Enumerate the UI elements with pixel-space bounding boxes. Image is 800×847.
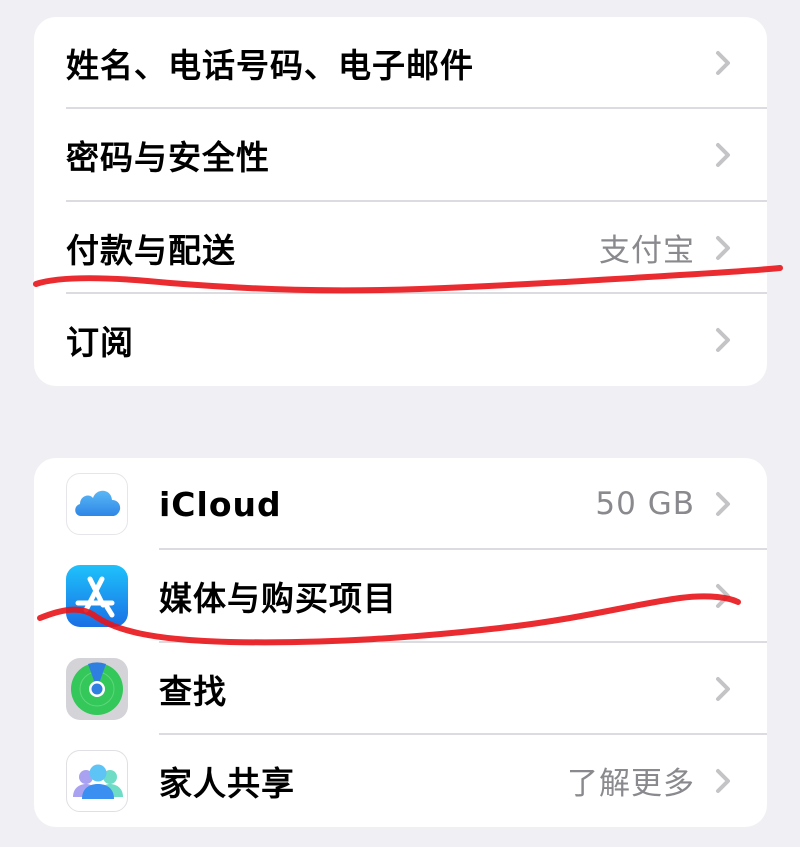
row-label: 查找 (159, 671, 227, 711)
chevron-right-icon (713, 49, 733, 77)
row-icloud[interactable]: iCloud 50 GB (34, 458, 767, 551)
chevron-right-icon (713, 234, 733, 262)
row-label: 姓名、电话号码、电子邮件 (66, 46, 474, 86)
row-name-phone-email[interactable]: 姓名、电话号码、电子邮件 (34, 17, 767, 110)
row-media-purchases[interactable]: 媒体与购买项目 (34, 550, 767, 643)
services-group: iCloud 50 GB 媒体与购买项目 查找 家人共享 了解更多 (34, 458, 767, 827)
row-label: 家人共享 (159, 763, 295, 803)
chevron-right-icon (713, 582, 733, 610)
row-detail-value: 了解更多 (567, 766, 695, 803)
app-store-icon (66, 565, 128, 628)
row-detail-value: 50 GB (595, 486, 695, 523)
chevron-right-icon (713, 490, 733, 518)
account-settings-group: 姓名、电话号码、电子邮件 密码与安全性 付款与配送 支付宝 订阅 (34, 17, 767, 386)
row-label: 密码与安全性 (66, 138, 270, 178)
chevron-right-icon (713, 675, 733, 703)
row-password-security[interactable]: 密码与安全性 (34, 109, 767, 202)
row-family-sharing[interactable]: 家人共享 了解更多 (34, 735, 767, 827)
family-sharing-icon (66, 749, 128, 812)
row-label: 订阅 (66, 322, 134, 362)
find-my-icon (66, 657, 128, 720)
row-payment-shipping[interactable]: 付款与配送 支付宝 (34, 202, 767, 294)
row-label: 付款与配送 (66, 230, 236, 270)
row-label: 媒体与购买项目 (159, 579, 397, 619)
row-detail-value: 支付宝 (599, 233, 695, 270)
chevron-right-icon (713, 767, 733, 795)
icloud-icon (66, 473, 128, 536)
chevron-right-icon (713, 326, 733, 354)
row-subscriptions[interactable]: 订阅 (34, 294, 767, 386)
row-find-my[interactable]: 查找 (34, 643, 767, 735)
row-label: iCloud (159, 484, 282, 524)
chevron-right-icon (713, 141, 733, 169)
